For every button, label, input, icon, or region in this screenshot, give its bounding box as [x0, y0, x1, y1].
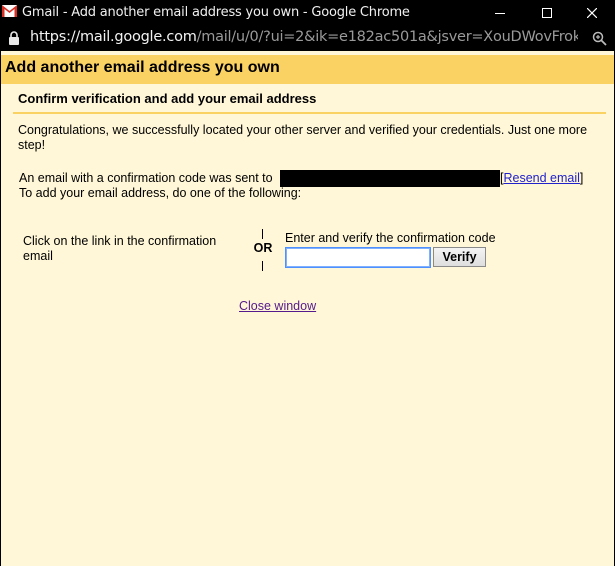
maximize-button[interactable]: [524, 0, 570, 25]
minimize-button[interactable]: [477, 0, 523, 25]
option-click-link: Click on the link in the confirmation em…: [23, 234, 217, 263]
url-host: https://mail.google.com: [30, 29, 197, 45]
lock-icon[interactable]: [8, 31, 20, 45]
divider-bar-bottom: [262, 261, 263, 271]
page-header: Add another email address you own: [1, 55, 614, 84]
zoom-icon[interactable]: [592, 31, 607, 46]
or-divider: OR: [253, 229, 273, 273]
divider-bar-top: [262, 229, 263, 239]
redacted-email: [280, 170, 500, 187]
url-text[interactable]: https://mail.google.com/mail/u/0/?ui=2&i…: [30, 29, 578, 45]
window-title-bar: Gmail - Add another email address you ow…: [0, 0, 615, 25]
instructions-text: To add your email address, do one of the…: [19, 186, 302, 200]
page-content: Add another email address you own Confir…: [1, 51, 614, 566]
code-field-label: Enter and verify the confirmation code: [285, 231, 496, 245]
close-window-button[interactable]: [569, 0, 615, 25]
congrats-message: Congratulations, we successfully located…: [18, 123, 588, 152]
resend-email-link[interactable]: Resend email: [503, 171, 579, 185]
address-bar[interactable]: https://mail.google.com/mail/u/0/?ui=2&i…: [0, 25, 615, 51]
verify-button[interactable]: Verify: [433, 247, 486, 267]
section-title: Confirm verification and add your email …: [18, 91, 317, 106]
confirmation-code-input[interactable]: [285, 247, 431, 268]
close-window-link[interactable]: Close window: [239, 299, 316, 313]
close-icon: [587, 7, 597, 18]
sent-message: An email with a confirmation code was se…: [19, 171, 273, 185]
url-path: /mail/u/0/?ui=2&ik=e182ac501a&jsver=XouD…: [196, 29, 578, 45]
window-title: Gmail - Add another email address you ow…: [22, 5, 410, 20]
maximize-icon: [542, 7, 552, 18]
or-label: OR: [253, 241, 273, 255]
resend-bracket-close: ]: [579, 171, 584, 185]
page-title: Add another email address you own: [5, 59, 280, 76]
minimize-icon: [495, 12, 505, 14]
resend-wrapper: [Resend email]: [500, 171, 583, 186]
section-divider: [13, 112, 606, 114]
gmail-icon: [2, 5, 17, 17]
